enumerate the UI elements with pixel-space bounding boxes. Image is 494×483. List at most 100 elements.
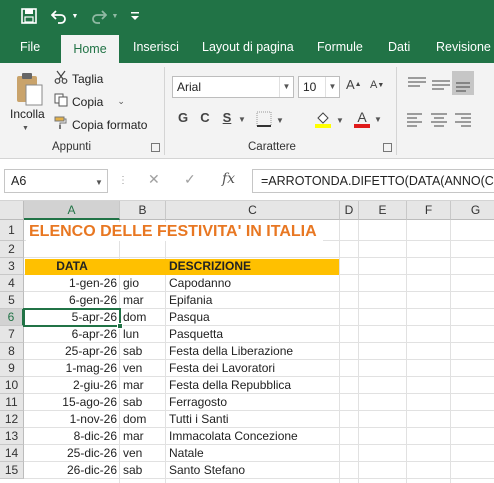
undo-dropdown-icon[interactable]: ▼: [70, 5, 80, 27]
column-header-b[interactable]: B: [120, 201, 166, 220]
day-cell[interactable]: mar: [120, 377, 166, 394]
format-painter-button[interactable]: Copia formato: [54, 116, 147, 133]
fill-color-button[interactable]: ▼: [314, 110, 344, 131]
redo-icon[interactable]: [88, 5, 110, 27]
increase-font-button[interactable]: A ▲: [346, 77, 362, 92]
cut-button[interactable]: Taglia: [54, 70, 103, 87]
copy-button[interactable]: Copia ⌄: [54, 93, 125, 110]
name-box-dropdown-icon[interactable]: ▼: [95, 178, 103, 187]
font-launcher-icon[interactable]: [383, 143, 392, 152]
column-header-g[interactable]: G: [451, 201, 494, 220]
row-header[interactable]: 4: [0, 275, 24, 292]
description-cell[interactable]: Capodanno: [166, 275, 340, 292]
column-header-a[interactable]: A: [24, 201, 120, 220]
tab-insert[interactable]: Inserisci: [129, 32, 183, 63]
select-all-corner[interactable]: [0, 201, 24, 220]
header-date[interactable]: DATA: [24, 258, 120, 275]
paste-button[interactable]: Incolla: [10, 107, 45, 121]
row-header[interactable]: 3: [0, 258, 24, 275]
day-cell[interactable]: dom: [120, 309, 166, 326]
description-cell[interactable]: Immacolata Concezione: [166, 428, 340, 445]
formula-input[interactable]: =ARROTONDA.DIFETTO(DATA(ANNO(C: [252, 169, 494, 193]
align-top-icon[interactable]: [406, 75, 428, 95]
row-header[interactable]: 1: [0, 220, 24, 241]
header-description[interactable]: DESCRIZIONE: [166, 258, 340, 275]
paste-icon[interactable]: [12, 69, 46, 109]
row-header[interactable]: 9: [0, 360, 24, 377]
align-center-icon[interactable]: [430, 111, 448, 127]
day-cell[interactable]: mar: [120, 292, 166, 309]
day-cell[interactable]: sab: [120, 462, 166, 479]
tab-page-layout[interactable]: Layout di pagina: [198, 32, 298, 63]
tab-formulas[interactable]: Formule: [313, 32, 367, 63]
date-cell[interactable]: 15-ago-26: [24, 394, 120, 411]
description-cell[interactable]: Festa dei Lavoratori: [166, 360, 340, 377]
font-size-select[interactable]: 10 ▼: [298, 76, 340, 98]
date-cell[interactable]: 6-apr-26: [24, 326, 120, 343]
decrease-font-button[interactable]: A ▼: [370, 79, 384, 91]
sheet-title[interactable]: ELENCO DELLE FESTIVITA' IN ITALIA: [26, 222, 323, 241]
description-cell[interactable]: Festa della Liberazione: [166, 343, 340, 360]
date-cell[interactable]: 6-gen-26: [24, 292, 120, 309]
clipboard-launcher-icon[interactable]: [151, 143, 160, 152]
tab-review[interactable]: Revisione: [432, 32, 494, 63]
name-box[interactable]: A6: [4, 169, 108, 193]
save-icon[interactable]: [18, 5, 40, 27]
worksheet-grid[interactable]: A B C D E F G 1 2 3 4 5 6 7 8 9 10 11 12…: [0, 201, 494, 483]
column-header-f[interactable]: F: [407, 201, 451, 220]
column-header-c[interactable]: C: [166, 201, 340, 220]
day-cell[interactable]: sab: [120, 343, 166, 360]
fill-handle[interactable]: [117, 323, 123, 329]
cancel-icon[interactable]: ✕: [148, 171, 160, 188]
description-cell[interactable]: Pasquetta: [166, 326, 340, 343]
date-cell[interactable]: 8-dic-26: [24, 428, 120, 445]
day-cell[interactable]: ven: [120, 360, 166, 377]
tab-file[interactable]: File: [16, 32, 44, 63]
undo-icon[interactable]: [48, 5, 70, 27]
description-cell[interactable]: Ferragosto: [166, 394, 340, 411]
row-header[interactable]: 15: [0, 462, 24, 479]
enter-icon[interactable]: ✓: [184, 171, 196, 188]
day-cell[interactable]: ven: [120, 445, 166, 462]
row-header[interactable]: 2: [0, 241, 24, 258]
customize-icon[interactable]: [128, 5, 142, 27]
copy-dropdown-icon[interactable]: ⌄: [117, 96, 125, 107]
align-left-icon[interactable]: [406, 111, 424, 127]
underline-button[interactable]: S: [220, 110, 234, 132]
column-header-d[interactable]: D: [340, 201, 359, 220]
day-cell[interactable]: mar: [120, 428, 166, 445]
insert-function-icon[interactable]: fx: [222, 171, 235, 187]
row-header[interactable]: 6: [0, 309, 24, 326]
row-header[interactable]: 8: [0, 343, 24, 360]
align-right-icon[interactable]: [454, 111, 472, 127]
date-cell[interactable]: 1-gen-26: [24, 275, 120, 292]
row-header[interactable]: 7: [0, 326, 24, 343]
row-header[interactable]: 11: [0, 394, 24, 411]
paste-dropdown-icon[interactable]: ▼: [22, 125, 29, 132]
align-bottom-icon[interactable]: [452, 71, 474, 95]
date-cell[interactable]: 1-nov-26: [24, 411, 120, 428]
font-color-button[interactable]: A ▼: [354, 110, 382, 128]
description-cell[interactable]: Pasqua: [166, 309, 340, 326]
tab-data[interactable]: Dati: [384, 32, 414, 63]
date-cell[interactable]: 25-apr-26: [24, 343, 120, 360]
align-middle-icon[interactable]: [430, 75, 452, 95]
more-options-icon[interactable]: ⋮: [118, 175, 128, 186]
row-header[interactable]: 5: [0, 292, 24, 309]
date-cell[interactable]: 1-mag-26: [24, 360, 120, 377]
row-header[interactable]: 10: [0, 377, 24, 394]
font-family-select[interactable]: Arial ▼: [172, 76, 294, 98]
day-cell[interactable]: dom: [120, 411, 166, 428]
column-header-e[interactable]: E: [359, 201, 407, 220]
bold-button[interactable]: G: [176, 110, 190, 132]
row-header[interactable]: 13: [0, 428, 24, 445]
day-cell[interactable]: gio: [120, 275, 166, 292]
description-cell[interactable]: Santo Stefano: [166, 462, 340, 479]
underline-dropdown-icon[interactable]: ▼: [238, 115, 246, 124]
date-cell[interactable]: 25-dic-26: [24, 445, 120, 462]
row-header[interactable]: 12: [0, 411, 24, 428]
day-cell[interactable]: lun: [120, 326, 166, 343]
day-cell[interactable]: sab: [120, 394, 166, 411]
tab-home[interactable]: Home: [61, 35, 119, 63]
row-header[interactable]: 14: [0, 445, 24, 462]
